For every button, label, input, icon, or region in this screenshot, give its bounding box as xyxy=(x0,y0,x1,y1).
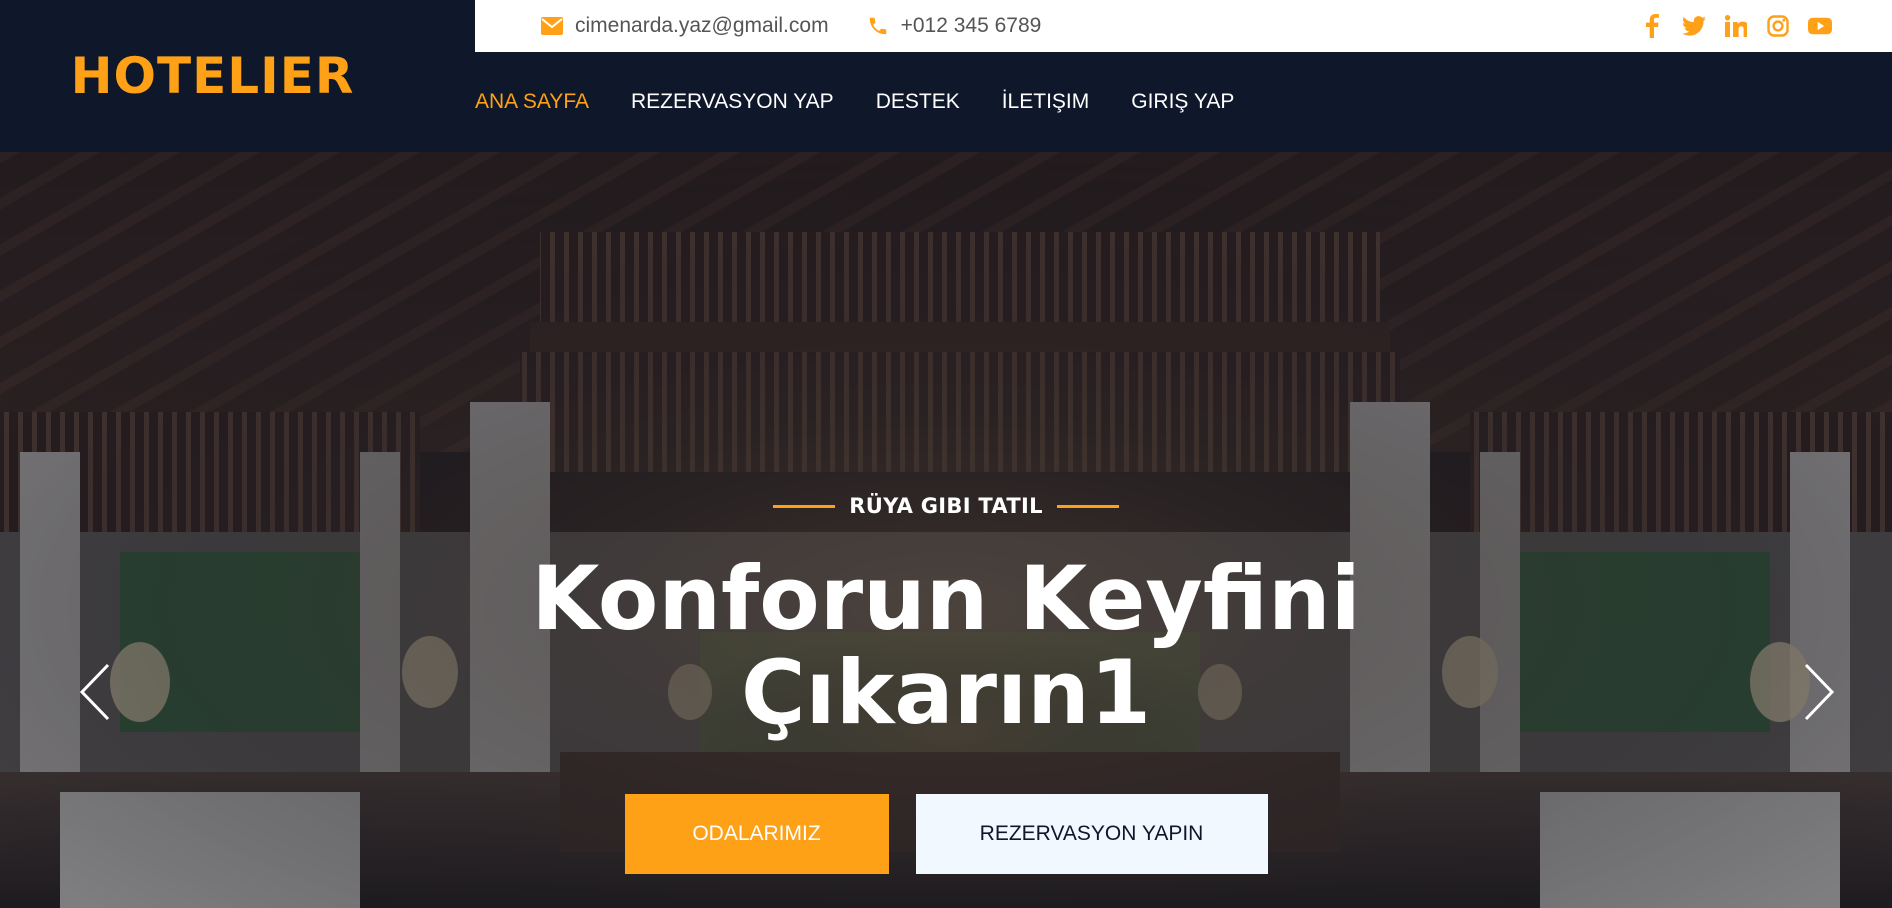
carousel-next-button[interactable] xyxy=(1789,652,1849,732)
email-contact[interactable]: cimenarda.yaz@gmail.com xyxy=(541,14,829,38)
phone-text: +012 345 6789 xyxy=(900,14,1042,37)
carousel-prev-button[interactable] xyxy=(65,652,125,732)
twitter-icon[interactable] xyxy=(1682,14,1706,38)
youtube-icon[interactable] xyxy=(1808,14,1832,38)
email-text: cimenarda.yaz@gmail.com xyxy=(575,14,829,37)
rooms-button[interactable]: ODALARIMIZ xyxy=(624,794,889,874)
tagline-right-rule xyxy=(1056,504,1119,508)
nav-item-home[interactable]: ANA SAYFA xyxy=(475,90,589,114)
nav-item-booking[interactable]: REZERVASYON YAP xyxy=(631,90,834,114)
facebook-icon[interactable] xyxy=(1640,14,1664,38)
book-now-button[interactable]: REZERVASYON YAPIN xyxy=(915,794,1268,874)
nav-item-support[interactable]: DESTEK xyxy=(876,90,960,114)
hero-buttons: ODALARIMIZ REZERVASYON YAPIN xyxy=(0,794,1892,874)
envelope-icon xyxy=(541,17,563,35)
instagram-icon[interactable] xyxy=(1766,14,1790,38)
main-nav: ANA SAYFA REZERVASYON YAP DESTEK İLETIŞI… xyxy=(475,52,1276,152)
tagline-row: RÜYA GIBI TATIL xyxy=(0,494,1892,518)
phone-contact[interactable]: +012 345 6789 xyxy=(867,14,1042,38)
chevron-left-icon xyxy=(79,663,110,721)
tagline-left-rule xyxy=(773,504,836,508)
topbar: cimenarda.yaz@gmail.com +012 345 6789 xyxy=(475,0,1892,52)
phone-icon xyxy=(869,17,886,35)
brand-logo[interactable]: HOTELIER xyxy=(71,47,355,105)
nav-item-contact[interactable]: İLETIŞIM xyxy=(1002,90,1090,114)
social-links xyxy=(1640,0,1832,52)
hero-content: RÜYA GIBI TATIL Konforun Keyfini Çıkarın… xyxy=(0,152,1892,908)
chevron-right-icon xyxy=(1804,663,1835,721)
brand-area: HOTELIER xyxy=(0,0,475,152)
site-header: HOTELIER cimenarda.yaz@gmail.com +012 34… xyxy=(0,0,1892,152)
hero-headline-line1: Konforun Keyfini xyxy=(531,547,1361,650)
hero-tagline: RÜYA GIBI TATIL xyxy=(849,494,1043,518)
linkedin-icon[interactable] xyxy=(1724,14,1748,38)
nav-item-login[interactable]: GIRIŞ YAP xyxy=(1131,90,1234,114)
hero-headline: Konforun Keyfini Çıkarın1 xyxy=(0,552,1892,740)
hero-carousel: RÜYA GIBI TATIL Konforun Keyfini Çıkarın… xyxy=(0,152,1892,908)
hero-headline-line2: Çıkarın1 xyxy=(740,641,1152,744)
